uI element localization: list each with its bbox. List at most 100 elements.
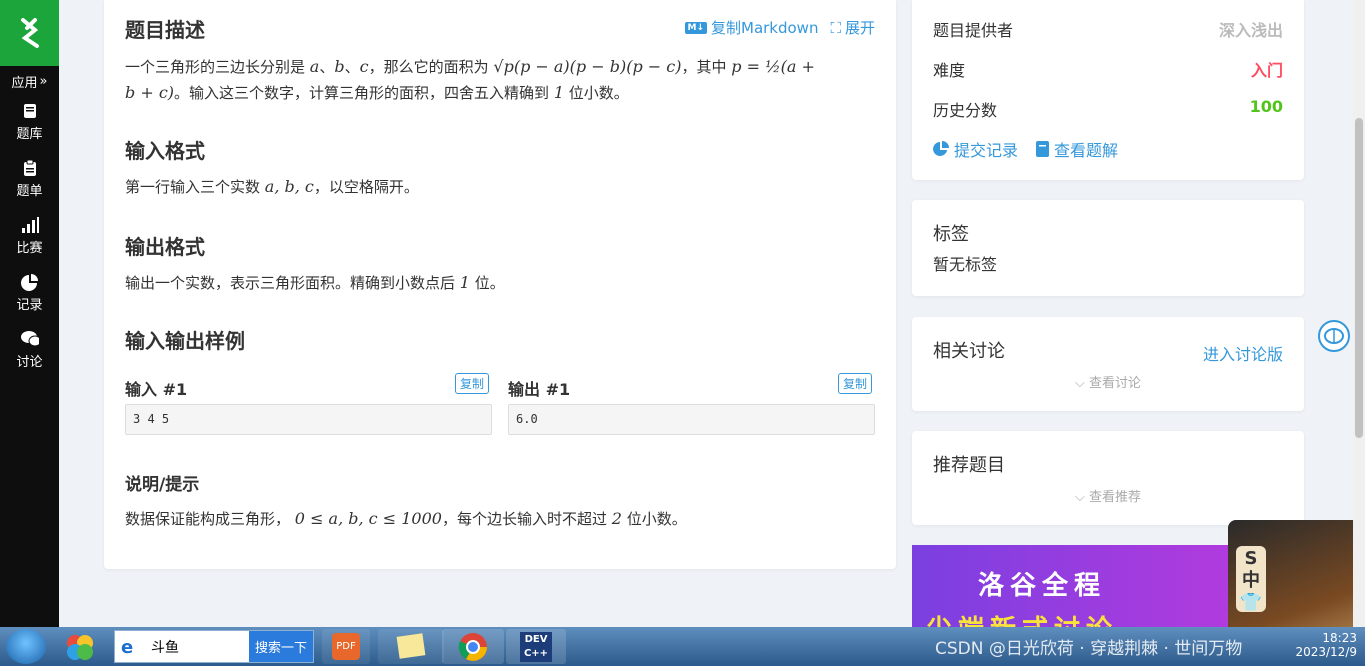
hint-two: 2 [611, 509, 622, 528]
hint-range: 0 ≤ a, b, c ≤ 1000 [294, 509, 442, 528]
info-links: 提交记录 查看题解 [933, 137, 1118, 161]
input-vars: a, b, c [264, 177, 314, 196]
var-b: b [334, 57, 345, 76]
tags-title: 标签 [933, 224, 969, 245]
score-row: 历史分数 100 [933, 97, 1283, 121]
pie-chart-icon [21, 273, 39, 291]
score-value: 100 [1249, 97, 1283, 116]
chrome-icon [458, 633, 487, 661]
search-query[interactable]: 斗鱼 [115, 637, 249, 657]
sidebar-item-problems[interactable]: 题库 [0, 96, 59, 153]
input-format-title: 输入格式 [125, 139, 205, 163]
discussion-card: 相关讨论 进入讨论版 ⌵ 查看讨论 [912, 317, 1304, 411]
book-icon [1036, 141, 1050, 157]
output-sample-label: 输出 #1 [508, 380, 571, 399]
taskbar-chrome[interactable] [442, 629, 504, 664]
signal-bars-icon [21, 216, 39, 234]
sticky-note-icon [396, 633, 426, 659]
p-formula-cont: b + c) [125, 83, 175, 102]
desc-text-2: ，那么它的面积为 [368, 58, 489, 76]
desc-sep-1: 、 [319, 58, 335, 76]
left-sidebar: 应用 » 题库 题单 比赛 记录 讨论 [0, 0, 59, 627]
desc-text-4: 。输入这三个数字，计算三角形的面积，四舍五入精确到 [174, 84, 550, 102]
taskbar-app-icon[interactable] [60, 629, 108, 664]
copy-output-button[interactable]: 复制 [838, 373, 873, 394]
start-button[interactable] [6, 629, 46, 664]
output-format-title: 输出格式 [125, 235, 205, 259]
score-label: 历史分数 [933, 101, 998, 120]
tags-card: 标签 暂无标签 [912, 200, 1304, 296]
book-icon [21, 102, 39, 120]
sidebar-item-label: 记录 [16, 298, 43, 313]
provider-row: 题目提供者 深入浅出 [933, 17, 1283, 41]
sidebar-item-contests[interactable]: 比赛 [0, 210, 59, 267]
clipboard-icon [21, 159, 39, 177]
luogu-logo[interactable] [0, 0, 59, 66]
input-text-1: 第一行输入三个实数 [125, 178, 261, 196]
desc-text-1: 一个三角形的三边长分别是 [125, 58, 306, 76]
solutions-link[interactable]: 查看题解 [1036, 137, 1118, 161]
tags-empty: 暂无标签 [933, 255, 998, 274]
sidebar-item-label: 题单 [16, 184, 43, 199]
sidebar-item-records[interactable]: 记录 [0, 267, 59, 324]
problem-info-card: 题目提供者 深入浅出 难度 入门 历史分数 100 提交记录 查看题解 [912, 0, 1304, 180]
assistant-bubble[interactable] [1318, 320, 1350, 352]
double-chevron-right-icon: » [39, 73, 48, 89]
output-one: 1 [459, 273, 470, 292]
copy-input-button[interactable]: 复制 [455, 373, 490, 394]
chevron-down-icon: ⌵ [1074, 376, 1085, 391]
submissions-link[interactable]: 提交记录 [933, 137, 1018, 161]
sidebar-item-discuss[interactable]: 讨论 [0, 324, 59, 381]
expand-button[interactable]: ⛶ 展开 [830, 17, 875, 38]
desc-text-3: ，其中 [681, 58, 727, 76]
desc-sep-2: 、 [344, 58, 360, 76]
banner-line2: 尖端新式讨论 [926, 609, 1118, 627]
difficulty-label: 难度 [933, 61, 966, 80]
banner-line1: 洛谷全程 [978, 571, 1107, 601]
pdf-icon: PDF [332, 633, 360, 660]
markdown-icon: M↓ [684, 21, 707, 34]
taskbar-notes-app[interactable] [378, 629, 444, 664]
dev-cpp-icon: DEV C++ [520, 632, 552, 662]
page-scrollbar[interactable] [1353, 0, 1365, 627]
enter-discussion-link[interactable]: 进入讨论版 [1203, 341, 1283, 365]
sidebar-item-problem-lists[interactable]: 题单 [0, 153, 59, 210]
samples-title: 输入输出样例 [125, 329, 245, 353]
recommend-card: 推荐题目 ⌵ 查看推荐 [912, 431, 1304, 525]
sidebar-item-label: 题库 [16, 127, 43, 142]
copy-markdown-button[interactable]: M↓ 复制Markdown [684, 17, 819, 38]
hint-text: 数据保证能构成三角形， 0 ≤ a, b, c ≤ 1000，每个边长输入时不超… [125, 506, 687, 532]
ie-icon: e [121, 637, 134, 658]
taskbar-pdf-app[interactable]: PDF [322, 629, 370, 664]
search-submit-button[interactable]: 搜索一下 [248, 631, 313, 662]
view-recommend-toggle[interactable]: ⌵ 查看推荐 [912, 486, 1304, 505]
s-badge-icon: S 中 👕 [1236, 546, 1266, 613]
app-menu-toggle[interactable]: 应用 » [0, 66, 59, 96]
hint-text-1: 数据保证能构成三角形， [125, 510, 291, 528]
colorful-app-icon [67, 635, 93, 660]
promo-banner[interactable]: 洛谷全程 尖端新式讨论 [912, 545, 1232, 627]
clock-time: 18:23 [1322, 631, 1357, 645]
copy-markdown-label: 复制Markdown [711, 19, 819, 37]
chat-icon [20, 330, 39, 348]
view-discussion-toggle[interactable]: ⌵ 查看讨论 [912, 372, 1304, 391]
output-text-1: 输出一个实数，表示三角形面积。精确到小数点后 [125, 274, 456, 292]
chevron-down-icon: ⌵ [1074, 490, 1085, 505]
csdn-watermark: CSDN @日光欣荷 · 穿越荆棘 · 世间万物 [935, 639, 1243, 659]
input-text-2: ，以空格隔开。 [313, 178, 419, 196]
taskbar-devcpp[interactable]: DEV C++ [506, 629, 566, 664]
input-format-text: 第一行输入三个实数 a, b, c，以空格隔开。 [125, 174, 419, 200]
submissions-link-label: 提交记录 [954, 141, 1019, 160]
scrollbar-thumb[interactable] [1355, 118, 1363, 438]
provider-value[interactable]: 深入浅出 [1219, 17, 1283, 41]
p-formula: p = ½(a + [731, 57, 815, 76]
input-sample-box[interactable]: 3 4 5 [125, 404, 492, 435]
var-c: c [359, 57, 369, 76]
system-tray-clock[interactable]: 18:23 2023/12/9 [1295, 631, 1357, 659]
output-sample-box[interactable]: 6.0 [508, 404, 875, 435]
recommend-title: 推荐题目 [933, 455, 1005, 476]
problem-content-card: 题目描述 M↓ 复制Markdown ⛶ 展开 一个三角形的三边长分别是 a、b… [104, 0, 896, 569]
view-discussion-label: 查看讨论 [1088, 376, 1141, 391]
taskbar-search[interactable]: e 斗鱼 搜索一下 [114, 630, 314, 663]
provider-label: 题目提供者 [933, 21, 1014, 40]
